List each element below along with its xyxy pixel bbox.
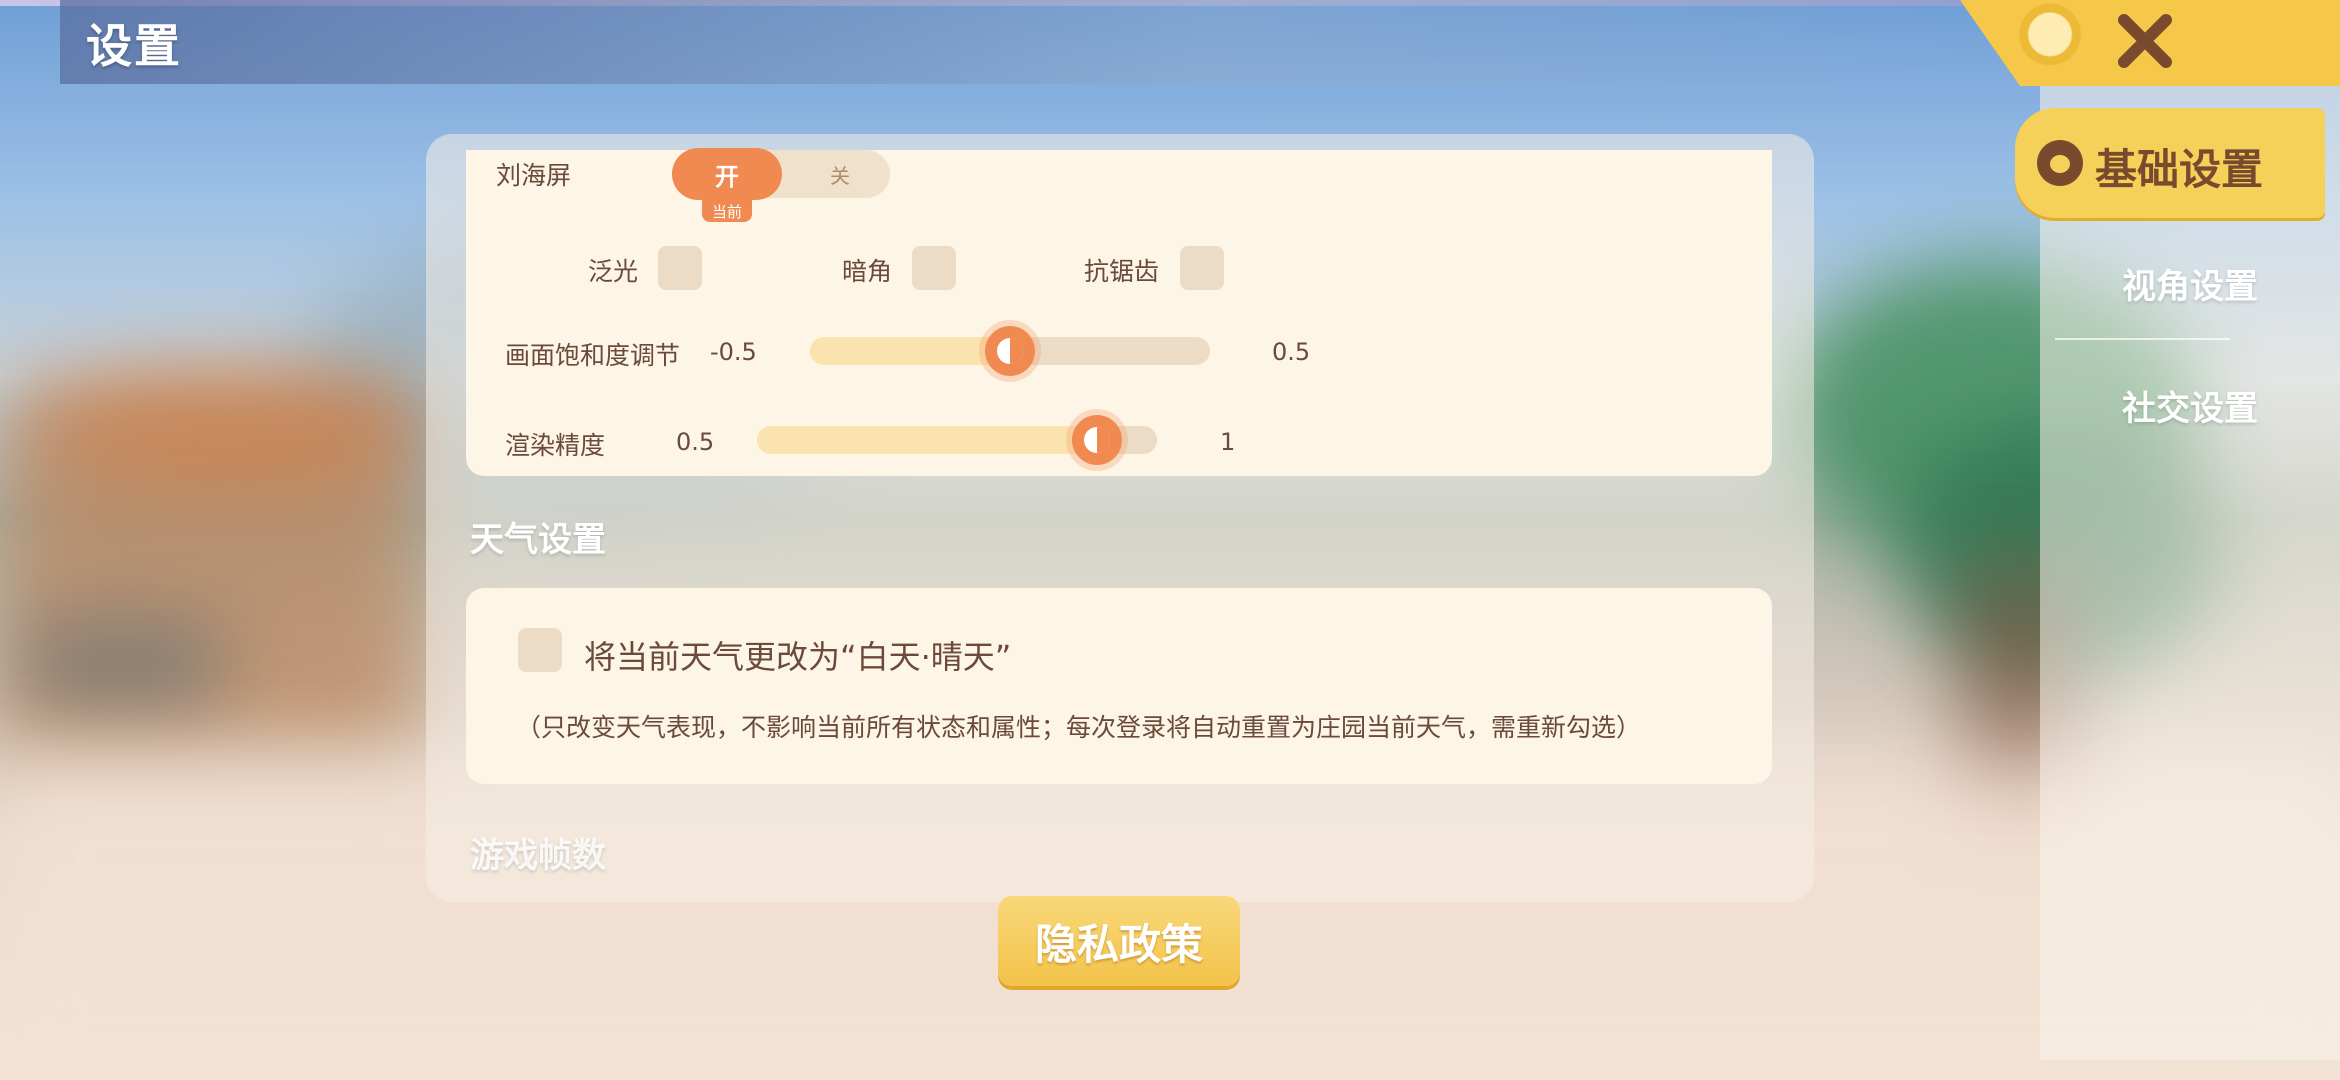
weather-settings-card [466, 588, 1772, 784]
render-precision-slider[interactable] [757, 415, 1157, 465]
page-title: 设置 [86, 19, 182, 73]
tab-social-settings[interactable]: 社交设置 [2040, 360, 2340, 450]
weather-section-title: 天气设置 [470, 520, 606, 560]
antialiasing-checkbox[interactable] [1180, 246, 1224, 290]
game-scene: 设置 基础设置 视角设置 社交设置 刘海屏 开 关 当前 泛光 暗角 抗锯齿 画… [0, 0, 2340, 1080]
notch-on-button[interactable]: 开 [672, 148, 782, 200]
weather-note: （只改变天气表现，不影响当前所有状态和属性；每次登录将自动重置为庄园当前天气，需… [516, 713, 1642, 742]
sunny-weather-checkbox[interactable] [518, 628, 562, 672]
settings-sidebar [2040, 86, 2340, 1060]
sidebar-divider [2055, 338, 2230, 340]
antialiasing-label: 抗锯齿 [1084, 257, 1160, 286]
render-precision-slider-fill [757, 426, 1097, 454]
tab-basic-settings-label: 基础设置 [2095, 145, 2264, 194]
notch-off-button[interactable]: 关 [790, 150, 890, 198]
saturation-slider-fill [810, 337, 1010, 365]
vignette-checkbox[interactable] [912, 246, 956, 290]
close-icon[interactable] [2110, 6, 2180, 76]
bloom-label: 泛光 [588, 257, 639, 286]
vignette-label: 暗角 [842, 257, 893, 286]
saturation-label: 画面饱和度调节 [505, 341, 681, 370]
sunny-weather-label: 将当前天气更改为“白天·晴天” [584, 638, 1012, 676]
render-precision-label: 渲染精度 [505, 431, 606, 460]
notch-label: 刘海屏 [496, 161, 572, 190]
background-house-roof [40, 370, 420, 490]
bloom-checkbox[interactable] [658, 246, 702, 290]
render-precision-slider-knob[interactable] [1072, 415, 1122, 465]
header-bar [60, 0, 1960, 84]
saturation-max-value: 0.5 [1272, 338, 1311, 366]
saturation-slider-knob[interactable] [985, 326, 1035, 376]
fps-section-title: 游戏帧数 [470, 836, 606, 876]
tab-basic-settings[interactable]: 基础设置 [2015, 108, 2325, 218]
paw-decoration-icon [1995, 0, 2105, 86]
render-precision-max-value: 1 [1220, 428, 1236, 456]
background-house-window [20, 620, 220, 710]
privacy-policy-button[interactable]: 隐私政策 [998, 896, 1240, 986]
saturation-min-value: -0.5 [710, 338, 757, 366]
saturation-slider[interactable] [810, 326, 1210, 376]
current-tag: 当前 [702, 200, 752, 222]
render-precision-min-value: 0.5 [676, 428, 715, 456]
tab-camera-settings[interactable]: 视角设置 [2040, 238, 2340, 328]
paw-icon [2037, 140, 2083, 186]
